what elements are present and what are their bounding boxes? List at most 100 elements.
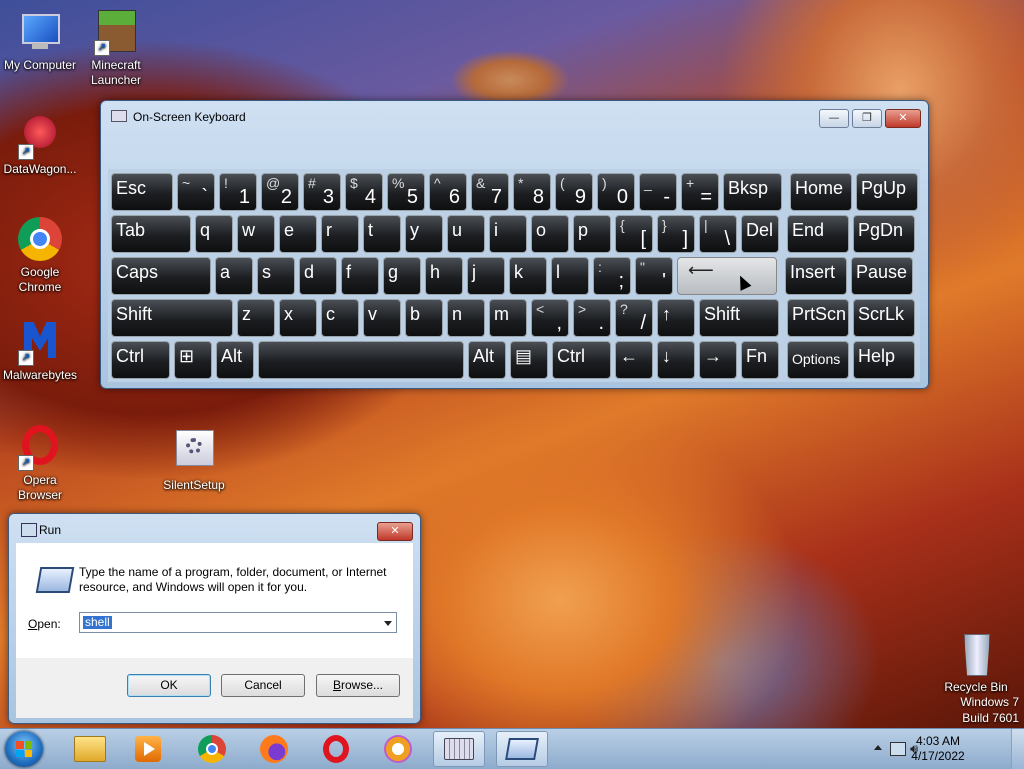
key-del[interactable]: Del [741, 215, 779, 253]
desktop-icon-minecraft-launcher[interactable]: ↗ Minecraft Launcher [76, 8, 156, 88]
taskbar-chrome[interactable] [186, 731, 238, 767]
key-p[interactable]: p [573, 215, 611, 253]
key-x8862[interactable]: ⊞ [174, 341, 212, 379]
key-4[interactable]: $4 [345, 173, 383, 211]
key-end[interactable]: End [787, 215, 849, 253]
key-3[interactable]: #3 [303, 173, 341, 211]
key-b[interactable]: b [405, 299, 443, 337]
key-1[interactable]: ! 1 [219, 173, 257, 211]
key-a[interactable]: a [215, 257, 253, 295]
taskbar-media-player[interactable] [122, 731, 174, 767]
key-options[interactable]: Options [787, 341, 849, 379]
desktop-icon-malwarebytes[interactable]: ↗ Malwarebytes [0, 318, 80, 383]
desktop-icon-silentsetup[interactable]: SilentSetup [154, 428, 234, 493]
key-x59[interactable]: :; [593, 257, 631, 295]
key-x46[interactable]: >. [573, 299, 611, 337]
taskbar-firefox[interactable] [248, 731, 300, 767]
taskbar-on-screen-keyboard[interactable] [433, 731, 485, 767]
open-input-value[interactable]: shell [83, 616, 112, 629]
key-q[interactable]: q [195, 215, 233, 253]
key-home[interactable]: Home [790, 173, 852, 211]
key-j[interactable]: j [467, 257, 505, 295]
key-ctrl[interactable]: Ctrl [552, 341, 611, 379]
key-bksp[interactable]: Bksp [723, 173, 782, 211]
key-space[interactable] [258, 341, 464, 379]
key-fn[interactable]: Fn [741, 341, 779, 379]
key-o[interactable]: o [531, 215, 569, 253]
chevron-down-icon[interactable] [384, 621, 392, 626]
taskbar-opera[interactable] [310, 731, 362, 767]
desktop-icon-opera-browser[interactable]: ↗ Opera Browser [0, 423, 80, 503]
key-g[interactable]: g [383, 257, 421, 295]
restore-button[interactable]: ❐ [852, 109, 882, 128]
ok-button[interactable]: OK [127, 674, 211, 697]
key-x[interactable]: x [279, 299, 317, 337]
key-2[interactable]: @2 [261, 173, 299, 211]
key-x39[interactable]: " ' [635, 257, 673, 295]
key-pause[interactable]: Pause [851, 257, 913, 295]
key-ctrl[interactable]: Ctrl [111, 341, 170, 379]
key--[interactable]: _ - [639, 173, 677, 211]
key-m[interactable]: m [489, 299, 527, 337]
key-x8594[interactable]: → [699, 341, 737, 379]
key-x8593[interactable]: ↑ [657, 299, 695, 337]
key-6[interactable]: ^ 6 [429, 173, 467, 211]
key-5[interactable]: % 5 [387, 173, 425, 211]
key-caps[interactable]: Caps [111, 257, 211, 295]
browse-button[interactable]: Browse... [316, 674, 400, 697]
key-x91[interactable]: {[ [615, 215, 653, 253]
key-insert[interactable]: Insert [785, 257, 847, 295]
key-t[interactable]: t [363, 215, 401, 253]
key-x93[interactable]: }] [657, 215, 695, 253]
key-esc[interactable]: Esc [111, 173, 173, 211]
run-dialog[interactable]: Run ✕ Type the name of a program, folder… [8, 513, 421, 724]
key-x9636[interactable]: ▤ [510, 341, 548, 379]
key-pgdn[interactable]: PgDn [853, 215, 915, 253]
clock[interactable]: 4:03 AM 4/17/2022 [908, 734, 968, 764]
desktop-icon-my-computer[interactable]: My Computer [0, 8, 80, 73]
key-7[interactable]: & 7 [471, 173, 509, 211]
key-x92[interactable]: | \ [699, 215, 737, 253]
network-icon[interactable] [890, 742, 906, 756]
key-shift[interactable]: Shift [111, 299, 233, 337]
start-button[interactable] [5, 731, 43, 767]
key-l[interactable]: l [551, 257, 589, 295]
key-x44[interactable]: <, [531, 299, 569, 337]
desktop-icon-google-chrome[interactable]: Google Chrome [0, 215, 80, 295]
on-screen-keyboard-window[interactable]: On-Screen Keyboard — ❐ ✕ Esc ~ `! 1 @2 #3 $4% 5… [100, 100, 929, 389]
key-x47[interactable]: ? / [615, 299, 653, 337]
close-button[interactable]: ✕ [885, 109, 921, 128]
key-n[interactable]: n [447, 299, 485, 337]
open-combobox[interactable]: shell [79, 612, 397, 633]
key-f[interactable]: f [341, 257, 379, 295]
key-v[interactable]: v [363, 299, 401, 337]
taskbar-vpn[interactable] [372, 731, 424, 767]
run-close-button[interactable]: ✕ [377, 522, 413, 541]
key-s[interactable]: s [257, 257, 295, 295]
key-x8592[interactable]: ← [615, 341, 653, 379]
key-help[interactable]: Help [853, 341, 915, 379]
key-scrlk[interactable]: ScrLk [853, 299, 915, 337]
show-hidden-icons-icon[interactable] [874, 745, 882, 750]
key-x61[interactable]: + = [681, 173, 719, 211]
key-c[interactable]: c [321, 299, 359, 337]
key-shift[interactable]: Shift [699, 299, 779, 337]
key-8[interactable]: * 8 [513, 173, 551, 211]
desktop-icon-datawagon[interactable]: ↗ DataWagon... [0, 112, 80, 177]
key-k[interactable]: k [509, 257, 547, 295]
key-pgup[interactable]: PgUp [856, 173, 918, 211]
show-desktop-button[interactable] [1011, 729, 1024, 769]
key-u[interactable]: u [447, 215, 485, 253]
osk-title-bar[interactable]: On-Screen Keyboard [111, 110, 246, 124]
key-alt[interactable]: Alt [468, 341, 506, 379]
cancel-button[interactable]: Cancel [221, 674, 305, 697]
taskbar-run[interactable] [496, 731, 548, 767]
key-0[interactable]: ) 0 [597, 173, 635, 211]
key-9[interactable]: (9 [555, 173, 593, 211]
desktop-icon-recycle-bin[interactable]: Recycle Bin [936, 630, 1016, 695]
key-enter[interactable]: ⟵ [677, 257, 777, 295]
key-w[interactable]: w [237, 215, 275, 253]
key-z[interactable]: z [237, 299, 275, 337]
minimize-button[interactable]: — [819, 109, 849, 128]
key-e[interactable]: e [279, 215, 317, 253]
